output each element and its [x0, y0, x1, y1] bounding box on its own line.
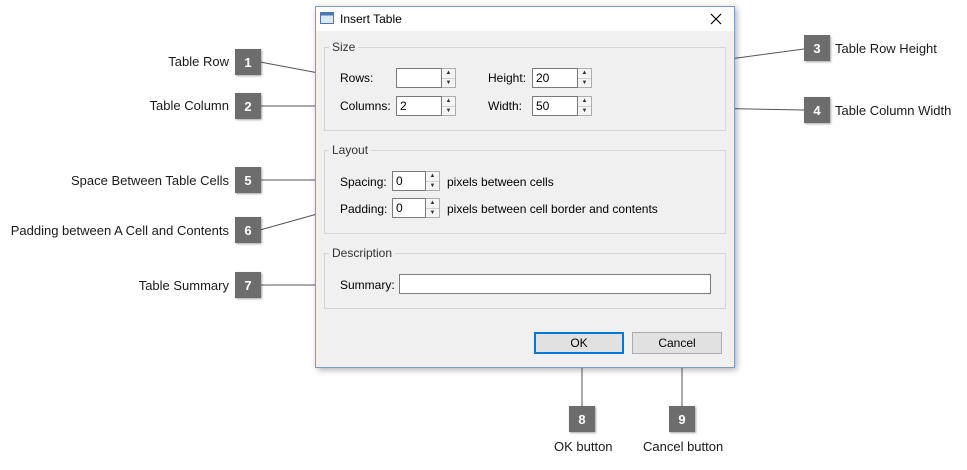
callout-badge-3: 3	[804, 35, 830, 61]
spacing-suffix: pixels between cells	[447, 175, 554, 189]
callout-badge-4: 4	[804, 97, 830, 123]
close-button[interactable]	[706, 9, 726, 29]
spin-down-arrow-icon[interactable]: ▼	[426, 182, 439, 191]
callout-label-cancel-button: Cancel button	[643, 439, 724, 454]
summary-input[interactable]	[399, 274, 711, 294]
padding-spinner[interactable]: ▲▼	[392, 198, 440, 218]
rows-input[interactable]	[396, 68, 442, 88]
width-label: Width:	[488, 99, 523, 113]
padding-label: Padding:	[340, 202, 388, 216]
callout-badge-8: 8	[569, 406, 595, 432]
rows-label: Rows:	[340, 71, 374, 85]
callout-badge-6: 6	[235, 217, 261, 243]
spin-down-arrow-icon[interactable]: ▼	[442, 79, 455, 88]
layout-group	[324, 150, 726, 234]
spin-down-arrow-icon[interactable]: ▼	[442, 107, 455, 116]
close-icon	[710, 13, 722, 25]
layout-group-legend: Layout	[329, 143, 372, 157]
padding-suffix: pixels between cell border and contents	[447, 202, 658, 216]
callout-badge-9: 9	[669, 406, 695, 432]
ok-button[interactable]: OK	[534, 332, 624, 354]
spacing-spinner[interactable]: ▲▼	[392, 171, 440, 191]
spin-up-arrow-icon[interactable]: ▲	[426, 199, 439, 209]
callout-label-table-column-width: Table Column Width	[835, 103, 952, 118]
rows-spinner[interactable]: ▲▼	[396, 68, 456, 88]
width-spinner[interactable]: ▲▼	[532, 96, 592, 116]
callout-label-padding: Padding between A Cell and Contents	[10, 223, 229, 238]
spin-down-arrow-icon[interactable]: ▼	[578, 79, 591, 88]
columns-label: Columns:	[340, 99, 391, 113]
callout-badge-5: 5	[235, 167, 261, 193]
spin-down-arrow-icon[interactable]: ▼	[578, 107, 591, 116]
spin-up-arrow-icon[interactable]: ▲	[442, 97, 455, 107]
spacing-input[interactable]	[392, 171, 426, 191]
callout-label-table-column: Table Column	[149, 98, 230, 113]
spin-down-arrow-icon[interactable]: ▼	[426, 209, 439, 218]
columns-spinner[interactable]: ▲▼	[396, 96, 456, 116]
size-group	[324, 47, 726, 131]
callout-badge-7: 7	[235, 272, 261, 298]
callout-label-ok-button: OK button	[554, 439, 613, 454]
title-bar[interactable]: Insert Table	[316, 7, 734, 31]
callout-label-table-summary: Table Summary	[138, 278, 229, 293]
spacing-label: Spacing:	[340, 175, 387, 189]
callout-badge-1: 1	[235, 49, 261, 75]
size-group-legend: Size	[329, 40, 359, 54]
spin-up-arrow-icon[interactable]: ▲	[426, 172, 439, 182]
callout-label-space-between-cells: Space Between Table Cells	[70, 173, 229, 188]
padding-input[interactable]	[392, 198, 426, 218]
callout-label-table-row: Table Row	[168, 54, 229, 69]
description-group-legend: Description	[329, 246, 396, 260]
spin-up-arrow-icon[interactable]: ▲	[578, 97, 591, 107]
spin-up-arrow-icon[interactable]: ▲	[442, 69, 455, 79]
height-input[interactable]	[532, 68, 578, 88]
callout-label-table-row-height: Table Row Height	[835, 41, 937, 56]
cancel-button[interactable]: Cancel	[632, 332, 722, 354]
width-input[interactable]	[532, 96, 578, 116]
dialog-window-icon	[320, 12, 334, 24]
height-spinner[interactable]: ▲▼	[532, 68, 592, 88]
columns-input[interactable]	[396, 96, 442, 116]
dialog-title: Insert Table	[340, 12, 402, 26]
height-label: Height:	[488, 71, 527, 85]
summary-label: Summary:	[340, 278, 395, 292]
insert-table-dialog: Insert Table Size Rows: ▲▼ Height: ▲▼ Co…	[315, 6, 735, 368]
spin-up-arrow-icon[interactable]: ▲	[578, 69, 591, 79]
callout-badge-2: 2	[235, 93, 261, 119]
